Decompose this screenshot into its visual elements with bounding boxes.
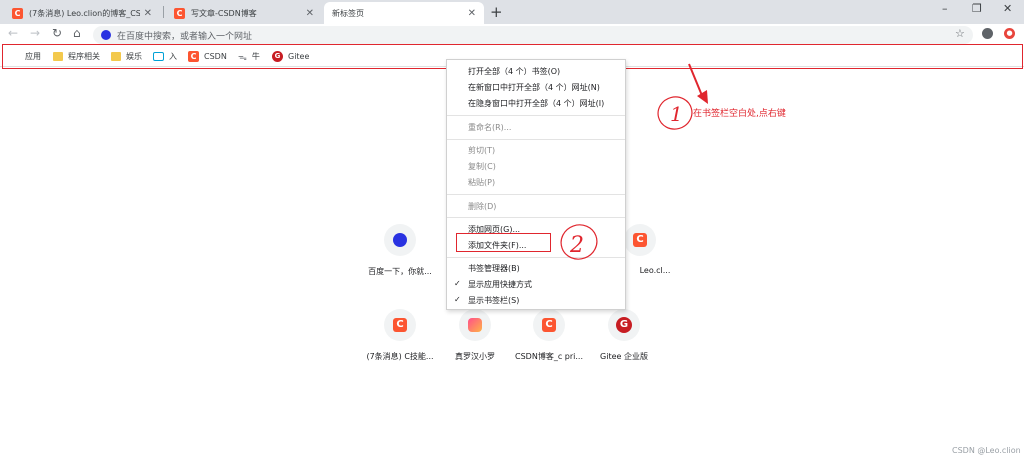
watermark: CSDN @Leo.clion (952, 446, 1021, 455)
annotation-arrow (688, 63, 708, 104)
annotation-number-2: 2 (569, 233, 584, 258)
annotation-overlay: 1 2 (560, 63, 708, 260)
annotation-step1-text: 在书签栏空白处,点右键 (693, 109, 786, 119)
browser-window: C (7条消息) Leo.clion的博客_CSDN ✕ C 写文章-CSDN博… (0, 0, 1024, 461)
annotation-number-1: 1 (670, 102, 683, 126)
